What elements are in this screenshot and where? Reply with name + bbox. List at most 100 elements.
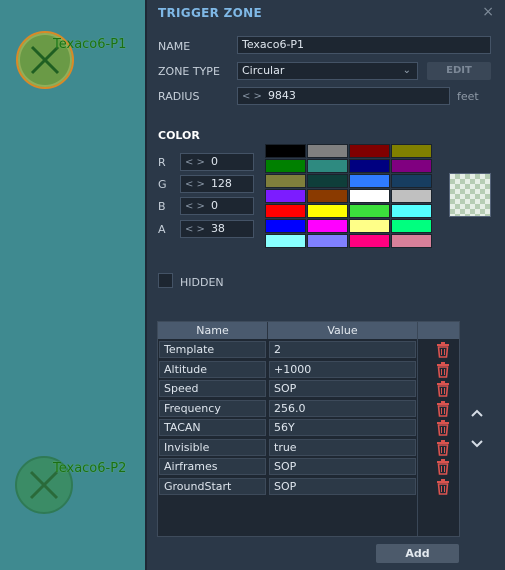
- panel-title: TRIGGER ZONE: [158, 6, 262, 20]
- color-swatch[interactable]: [349, 219, 390, 233]
- trash-icon[interactable]: [436, 439, 450, 456]
- trash-icon[interactable]: [436, 478, 450, 495]
- color-swatch[interactable]: [349, 144, 390, 158]
- channel-label-a: A: [158, 223, 166, 236]
- trash-icon[interactable]: [436, 342, 450, 358]
- property-value-cell[interactable]: 256.0: [269, 399, 416, 417]
- spinner-arrows-icon[interactable]: < >: [185, 179, 205, 190]
- color-section-title: COLOR: [158, 129, 200, 142]
- trash-icon[interactable]: [436, 400, 450, 417]
- name-field[interactable]: Texaco6-P1: [237, 36, 491, 54]
- trash-icon[interactable]: [436, 361, 450, 378]
- trash-icon[interactable]: [436, 381, 450, 397]
- color-swatch[interactable]: [349, 174, 390, 188]
- color-swatch[interactable]: [265, 144, 306, 158]
- color-swatch[interactable]: [307, 159, 348, 173]
- close-icon[interactable]: ×: [482, 4, 494, 20]
- table-row[interactable]: Frequency 256.0: [158, 399, 459, 418]
- spinner-arrows-icon[interactable]: < >: [185, 201, 205, 212]
- table-row[interactable]: Template 2: [158, 340, 459, 359]
- spinner-arrows-icon[interactable]: < >: [242, 91, 262, 102]
- color-swatch[interactable]: [391, 159, 432, 173]
- table-row[interactable]: TACAN 56Y: [158, 418, 459, 437]
- color-swatch[interactable]: [265, 174, 306, 188]
- property-name-cell[interactable]: Altitude: [159, 360, 266, 378]
- channel-g-field[interactable]: < > 128: [180, 175, 254, 193]
- trigger-zone-panel: TRIGGER ZONE × NAME Texaco6-P1 ZONE TYPE…: [147, 0, 505, 570]
- trash-icon[interactable]: [436, 459, 450, 475]
- zone-label: Texaco6-P1: [53, 37, 127, 52]
- color-swatch[interactable]: [391, 204, 432, 218]
- channel-a-field[interactable]: < > 38: [180, 220, 254, 238]
- color-swatch[interactable]: [307, 174, 348, 188]
- color-swatch[interactable]: [349, 234, 390, 248]
- chevron-up-icon[interactable]: [470, 408, 484, 418]
- property-value-cell[interactable]: SOP: [269, 458, 416, 475]
- property-name-cell[interactable]: Frequency: [159, 399, 266, 417]
- color-palette: [265, 144, 432, 248]
- property-name-cell[interactable]: Template: [159, 341, 266, 358]
- property-value-cell[interactable]: SOP: [269, 477, 416, 495]
- table-row[interactable]: Speed SOP: [158, 379, 459, 398]
- table-row[interactable]: GroundStart SOP: [158, 477, 459, 496]
- color-swatch[interactable]: [265, 219, 306, 233]
- color-preview: [449, 173, 491, 217]
- hidden-checkbox[interactable]: [158, 273, 173, 288]
- spinner-arrows-icon[interactable]: < >: [185, 157, 205, 168]
- hidden-label: HIDDEN: [180, 276, 224, 289]
- property-value-cell[interactable]: SOP: [269, 380, 416, 397]
- color-swatch[interactable]: [391, 219, 432, 233]
- radius-value: 9843: [267, 89, 296, 102]
- property-name-cell[interactable]: Airframes: [159, 458, 266, 475]
- table-row[interactable]: Airframes SOP: [158, 457, 459, 476]
- spinner-arrows-icon[interactable]: < >: [185, 224, 205, 235]
- table-row[interactable]: Altitude +1000: [158, 360, 459, 379]
- channel-label-b: B: [158, 200, 166, 213]
- map-view[interactable]: Texaco6-P1 Texaco6-P2: [0, 0, 145, 570]
- property-value-cell[interactable]: true: [269, 438, 416, 456]
- color-swatch[interactable]: [391, 189, 432, 203]
- zone-type-select[interactable]: Circular ⌄: [237, 62, 418, 80]
- add-button[interactable]: Add: [376, 544, 459, 563]
- column-header-name[interactable]: Name: [158, 322, 268, 339]
- color-swatch[interactable]: [265, 234, 306, 248]
- property-name-cell[interactable]: Invisible: [159, 438, 266, 456]
- channel-r-field[interactable]: < > 0: [180, 153, 254, 171]
- radius-field[interactable]: < > 9843: [237, 87, 450, 105]
- color-swatch[interactable]: [349, 204, 390, 218]
- channel-label-r: R: [158, 156, 166, 169]
- channel-b-field[interactable]: < > 0: [180, 197, 254, 215]
- zone-type-value: Circular: [242, 64, 285, 77]
- property-value-cell[interactable]: 56Y: [269, 419, 416, 436]
- color-swatch[interactable]: [307, 189, 348, 203]
- property-value-cell[interactable]: 2: [269, 341, 416, 358]
- color-swatch[interactable]: [391, 174, 432, 188]
- name-label: NAME: [158, 40, 191, 53]
- channel-g-value: 128: [210, 177, 232, 190]
- edit-button[interactable]: EDIT: [427, 62, 491, 80]
- color-swatch[interactable]: [349, 189, 390, 203]
- column-header-value[interactable]: Value: [268, 322, 418, 339]
- color-swatch[interactable]: [307, 234, 348, 248]
- color-swatch[interactable]: [349, 159, 390, 173]
- radius-label: RADIUS: [158, 90, 200, 103]
- color-swatch[interactable]: [265, 159, 306, 173]
- chevron-down-icon: ⌄: [402, 65, 411, 76]
- property-name-cell[interactable]: Speed: [159, 380, 266, 397]
- table-row[interactable]: Invisible true: [158, 438, 459, 457]
- chevron-down-icon[interactable]: [470, 439, 484, 449]
- channel-r-value: 0: [210, 155, 218, 168]
- color-swatch[interactable]: [265, 204, 306, 218]
- channel-a-value: 38: [210, 222, 225, 235]
- color-swatch[interactable]: [391, 234, 432, 248]
- color-swatch[interactable]: [307, 144, 348, 158]
- properties-table: Name Value Template 2 Altitude +1000 Speed SO…: [157, 321, 460, 537]
- trash-icon[interactable]: [436, 420, 450, 436]
- property-name-cell[interactable]: TACAN: [159, 419, 266, 436]
- color-swatch[interactable]: [391, 144, 432, 158]
- color-swatch[interactable]: [265, 189, 306, 203]
- property-name-cell[interactable]: GroundStart: [159, 477, 266, 495]
- property-value-cell[interactable]: +1000: [269, 360, 416, 378]
- color-swatch[interactable]: [307, 204, 348, 218]
- color-swatch[interactable]: [307, 219, 348, 233]
